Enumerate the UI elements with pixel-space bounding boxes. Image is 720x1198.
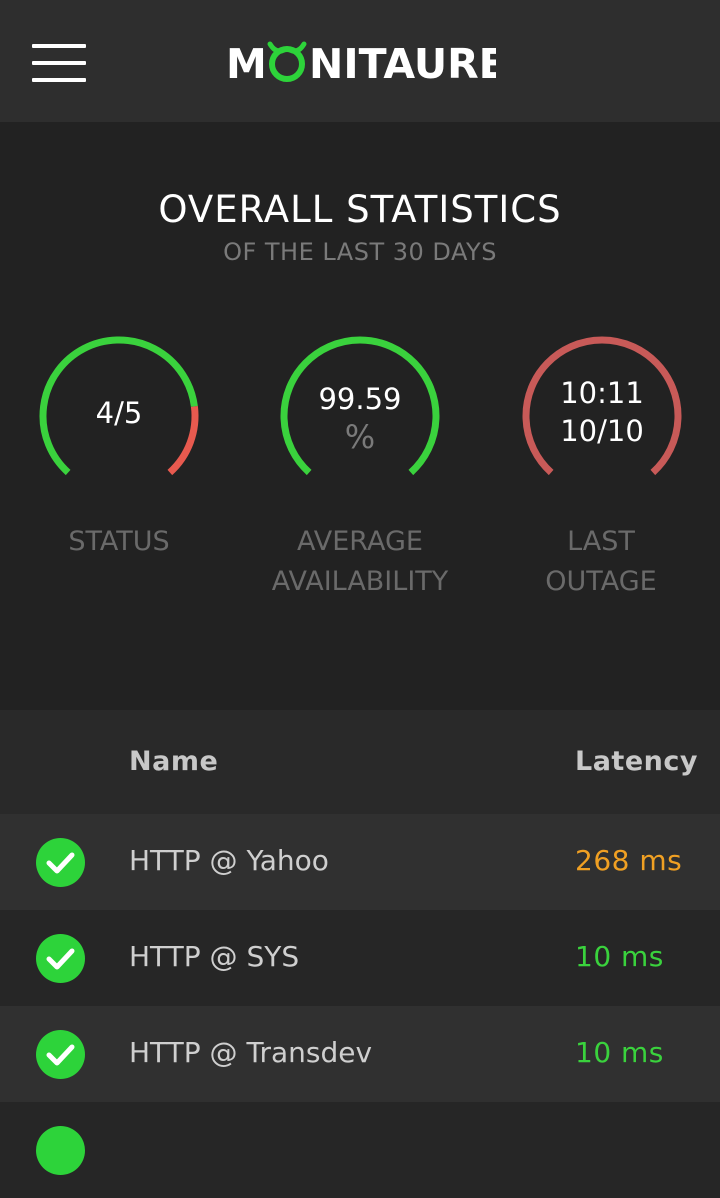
status-value: 4/5 xyxy=(95,396,143,430)
check-circle-icon xyxy=(36,1030,85,1079)
service-name: HTTP @ Transdev xyxy=(129,1036,373,1069)
service-name: HTTP @ Yahoo xyxy=(129,844,329,877)
service-latency: 10 ms xyxy=(575,940,664,973)
logo[interactable]: M NITAURE xyxy=(226,40,507,88)
check-circle-icon xyxy=(36,838,85,887)
svg-text:M: M xyxy=(226,40,267,84)
column-header-latency[interactable]: Latency xyxy=(575,746,698,777)
table-row[interactable]: HTTP @ Transdev 10 ms xyxy=(0,1006,720,1102)
services-table: Name Latency HTTP @ Yahoo 268 ms HTTP @ … xyxy=(0,710,720,1198)
stats-panel: OVERALL STATISTICS OF THE LAST 30 DAYS 4… xyxy=(0,122,720,710)
last-outage-label: LAST OUTAGE xyxy=(545,526,657,597)
availability-value: 99.59 xyxy=(318,382,402,416)
availability-unit: % xyxy=(344,418,376,456)
top-bar: M NITAURE xyxy=(0,0,720,122)
table-row[interactable]: HTTP @ SYS 10 ms xyxy=(0,910,720,1006)
availability-gauge: 99.59 % xyxy=(275,336,445,486)
table-header: Name Latency xyxy=(0,710,720,814)
column-header-name[interactable]: Name xyxy=(129,746,218,777)
last-outage-time: 10:11 xyxy=(560,376,644,410)
check-circle-icon xyxy=(36,1126,85,1175)
last-outage-date: 10/10 xyxy=(560,414,644,448)
table-row[interactable]: HTTP @ Yahoo 268 ms xyxy=(0,814,720,910)
svg-text:NITAURE: NITAURE xyxy=(309,40,496,84)
service-latency: 268 ms xyxy=(575,844,683,877)
status-label: STATUS xyxy=(68,526,170,557)
hamburger-menu-icon[interactable] xyxy=(32,44,86,82)
availability-label: AVERAGE AVAILABILITY xyxy=(271,526,449,597)
service-latency: 10 ms xyxy=(575,1036,664,1069)
stats-title: OVERALL STATISTICS xyxy=(158,188,562,231)
table-row[interactable] xyxy=(0,1102,720,1198)
stats-subtitle: OF THE LAST 30 DAYS xyxy=(223,238,497,266)
check-circle-icon xyxy=(36,934,85,983)
status-gauge: 4/5 xyxy=(34,336,204,486)
last-outage-gauge: 10:11 10/10 xyxy=(517,336,687,486)
service-name: HTTP @ SYS xyxy=(129,940,300,973)
